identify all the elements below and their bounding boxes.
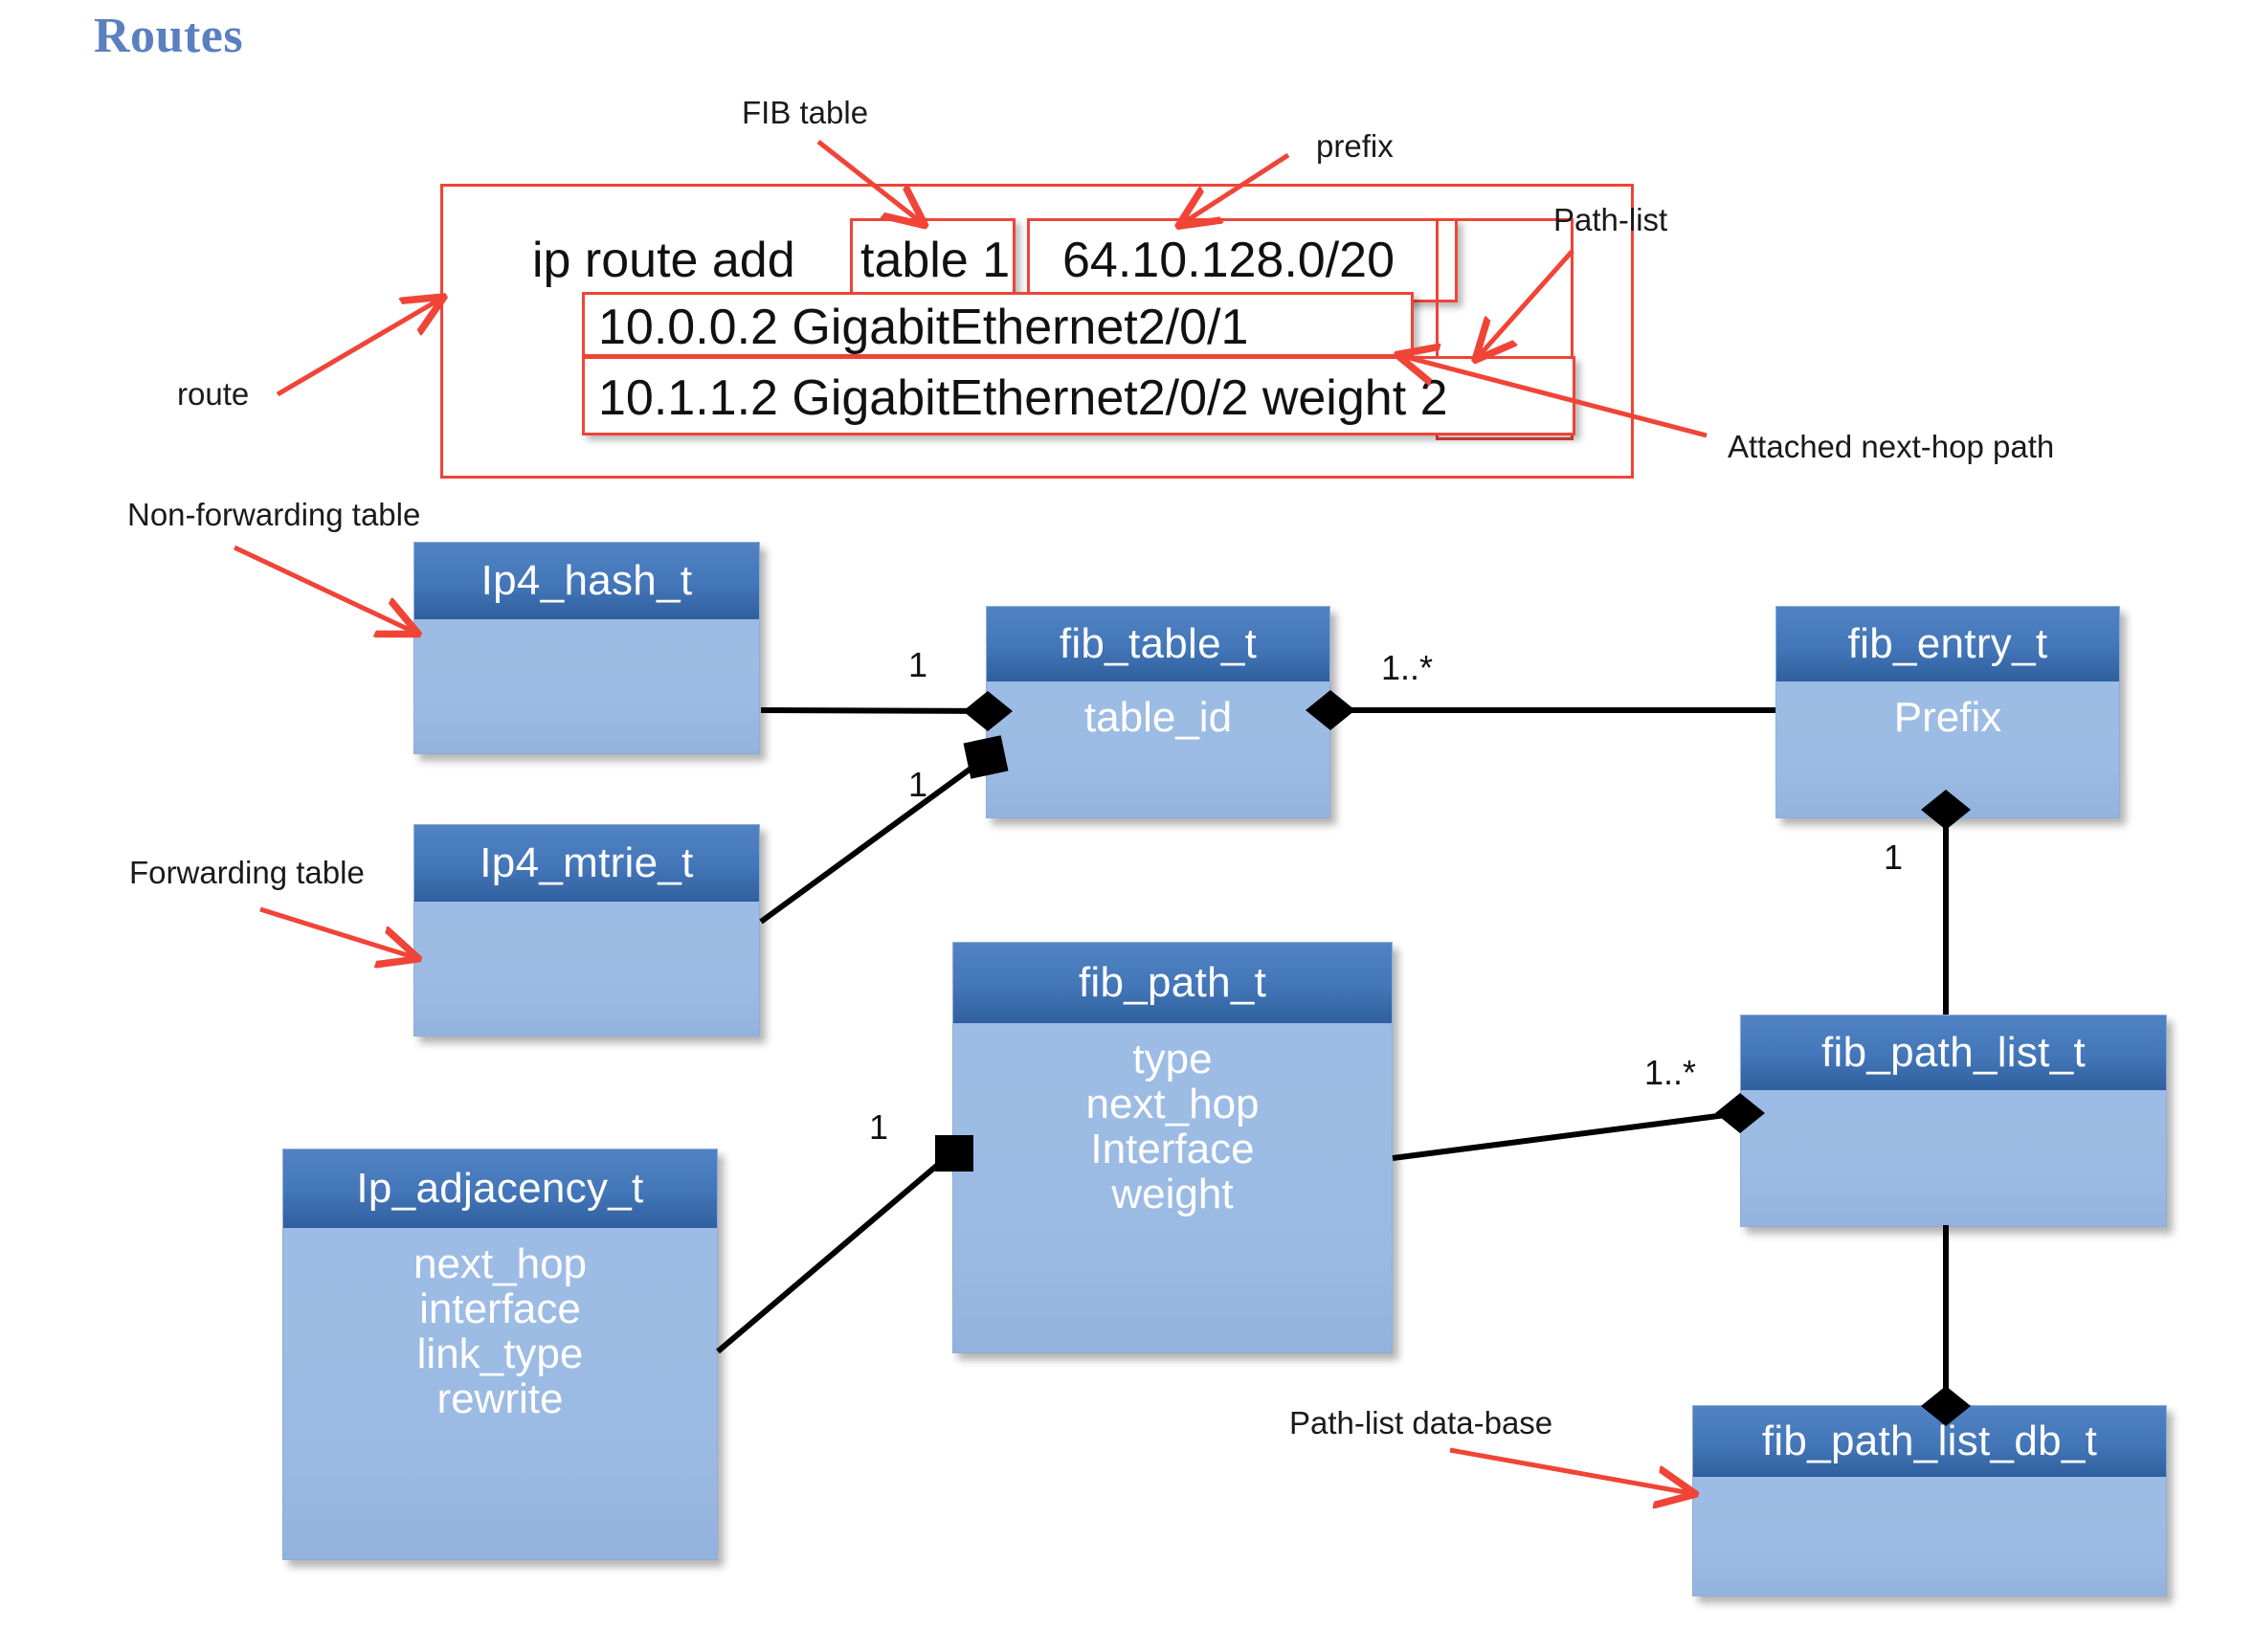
- class-attribute: interface: [419, 1285, 581, 1333]
- arrow-non-forwarding-table: [233, 545, 413, 632]
- class-attribute: Prefix: [1893, 694, 2002, 741]
- command-prefix-text: 64.10.128.0/20: [1062, 233, 1395, 288]
- class-attribute: link_type: [416, 1330, 584, 1378]
- multiplicity-table-to-entry: 1..*: [1381, 648, 1434, 687]
- page-title: Routes: [94, 9, 244, 63]
- class-attribute: next_hop: [413, 1240, 588, 1287]
- class-attribute: rewrite: [436, 1375, 564, 1423]
- class-box-ip4-mtrie-t[interactable]: Ip4_mtrie_t: [413, 824, 760, 1037]
- multiplicity-entry-to-pathlist: 1: [1884, 837, 1904, 877]
- class-box-fib-entry-t[interactable]: fib_entry_t Prefix: [1775, 606, 2120, 818]
- class-header-ip4-mtrie-t: Ip4_mtrie_t: [414, 825, 759, 902]
- command-path-1-text: 10.0.0.2 GigabitEthernet2/0/1: [598, 300, 1249, 355]
- class-header-fib-path-list-db-t: fib_path_list_db_t: [1693, 1406, 2166, 1477]
- class-header-ip4-hash-t: Ip4_hash_t: [414, 543, 759, 619]
- class-box-ip4-hash-t[interactable]: Ip4_hash_t: [413, 542, 760, 754]
- multiplicity-mtrie-to-table: 1: [908, 765, 928, 804]
- class-box-ip-adjacency-t[interactable]: Ip_adjacency_t next_hop interface link_t…: [282, 1149, 718, 1560]
- multiplicity-path-to-pathlist: 1..*: [1644, 1053, 1697, 1092]
- arrow-forwarding-table: [259, 906, 413, 957]
- class-box-fib-path-list-t[interactable]: fib_path_list_t: [1740, 1015, 2167, 1227]
- command-verb-text: ip route add: [532, 233, 795, 288]
- class-attribute: weight: [1111, 1171, 1234, 1218]
- annotation-attached-next-hop-path: Attached next-hop path: [1728, 429, 2055, 464]
- class-body-fib-path-t: type next_hop Interface weight: [953, 1023, 1392, 1352]
- class-body-fib-entry-t: Prefix: [1776, 681, 2119, 817]
- class-attribute: table_id: [1083, 694, 1233, 741]
- arrow-route: [276, 300, 439, 397]
- arrow-path-list-database: [1449, 1447, 1690, 1493]
- multiplicity-hash-to-table: 1: [908, 645, 928, 684]
- class-attribute: next_hop: [1085, 1081, 1260, 1128]
- class-attribute: type: [1132, 1036, 1213, 1083]
- class-body-fib-path-list-db-t: [1693, 1477, 2166, 1596]
- class-header-fib-entry-t: fib_entry_t: [1776, 607, 2119, 681]
- class-body-ip-adjacency-t: next_hop interface link_type rewrite: [283, 1228, 717, 1559]
- command-path-2-text: 10.1.1.2 GigabitEthernet2/0/2 weight 2: [598, 370, 1448, 426]
- class-body-ip4-hash-t: [414, 619, 759, 753]
- multiplicity-adjacency-to-path: 1: [869, 1107, 889, 1147]
- class-body-fib-table-t: table_id: [987, 681, 1329, 817]
- class-header-fib-path-list-t: fib_path_list_t: [1741, 1016, 2166, 1090]
- annotation-route: route: [177, 376, 250, 412]
- annotation-forwarding-table: Forwarding table: [129, 855, 365, 890]
- class-box-fib-path-list-db-t[interactable]: fib_path_list_db_t: [1692, 1405, 2167, 1596]
- slide-canvas: Routes ip route add table 1 64.10.128.0/…: [0, 0, 2255, 1652]
- annotation-prefix: prefix: [1316, 128, 1394, 164]
- class-header-fib-path-t: fib_path_t: [953, 943, 1392, 1023]
- class-header-fib-table-t: fib_table_t: [987, 607, 1329, 681]
- class-body-fib-path-list-t: [1741, 1090, 2166, 1226]
- class-body-ip4-mtrie-t: [414, 902, 759, 1036]
- command-table-text: table 1: [860, 233, 1011, 288]
- annotation-path-list: Path-list: [1553, 202, 1668, 237]
- class-header-ip-adjacency-t: Ip_adjacency_t: [283, 1150, 717, 1228]
- annotation-non-forwarding-table: Non-forwarding table: [127, 497, 421, 532]
- class-box-fib-path-t[interactable]: fib_path_t type next_hop Interface weigh…: [952, 942, 1393, 1353]
- class-attribute: Interface: [1090, 1126, 1255, 1173]
- annotation-path-list-database: Path-list data-base: [1289, 1405, 1553, 1440]
- annotation-fib-table: FIB table: [742, 95, 869, 130]
- class-box-fib-table-t[interactable]: fib_table_t table_id: [986, 606, 1330, 818]
